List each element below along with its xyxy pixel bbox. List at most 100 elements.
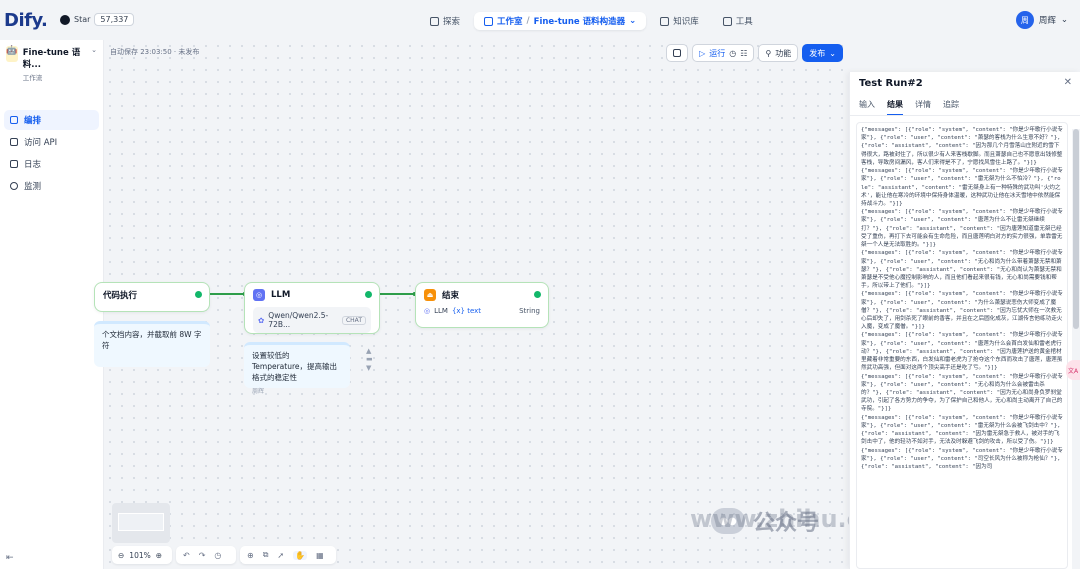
canvas-toolbar: ▷ 运行 ◷ ☷ ⚲ 功能 发布 ⌄ bbox=[666, 44, 843, 62]
add-node-icon[interactable]: ⊕ bbox=[247, 551, 254, 560]
canvas-controls: ⊕ ⧉ ➚ ✋ ▦ bbox=[240, 546, 336, 564]
tab-detail[interactable]: 详情 bbox=[915, 99, 931, 116]
compass-icon bbox=[430, 16, 439, 26]
pointer-icon[interactable]: ➚ bbox=[277, 551, 284, 560]
scrollbar-thumb[interactable] bbox=[1073, 129, 1079, 329]
history-icon[interactable]: ◷ bbox=[214, 551, 221, 560]
output-var-name: {x} text bbox=[451, 307, 482, 315]
avatar: 周 bbox=[1015, 11, 1034, 29]
play-icon: ▷ bbox=[699, 48, 706, 58]
github-star-label: Star bbox=[74, 15, 91, 24]
nav-current-app[interactable]: Fine-tune 语料构造器 bbox=[534, 15, 625, 27]
sidebar-item-label: 监测 bbox=[24, 182, 42, 192]
features-label: 功能 bbox=[775, 48, 792, 58]
note-author: 周辉 bbox=[252, 387, 265, 395]
success-status-icon bbox=[195, 291, 202, 298]
sidebar-item-logs[interactable]: 日志 bbox=[4, 154, 99, 174]
qwen-icon: ✿ bbox=[258, 315, 265, 325]
chevron-down-icon: ⌄ bbox=[629, 16, 637, 26]
sidebar-item-monitor[interactable]: 监测 bbox=[4, 176, 99, 196]
undo-icon[interactable]: ↶ bbox=[183, 551, 190, 560]
features-button[interactable]: ⚲ 功能 bbox=[758, 44, 799, 62]
layout-icon[interactable]: ▦ bbox=[316, 551, 324, 560]
llm-node-note-text: 设置较低的 Temperature，提高输出格式的稳定性 bbox=[252, 351, 338, 382]
llm-var-icon: ◎ bbox=[424, 307, 431, 315]
nav-explore[interactable]: 探索 bbox=[420, 12, 470, 30]
sidebar-menu: 编排 访问 API 日志 监测 bbox=[0, 110, 103, 196]
note-scroll-icon[interactable]: ▲ ▬ ▼ bbox=[366, 347, 373, 372]
code-node-note-text: 个文档内容，并截取前 8W 字符 bbox=[102, 330, 202, 350]
studio-icon bbox=[484, 16, 494, 26]
tab-result[interactable]: 结果 bbox=[887, 99, 903, 116]
end-node[interactable]: ⏏ 结束 ◎ LLM {x} text String bbox=[415, 282, 549, 328]
code-node-title: 代码执行 bbox=[103, 291, 138, 301]
user-menu[interactable]: 周 周辉 ⌄ bbox=[1015, 11, 1068, 29]
test-run-panel: Test Run#2 ✕ 输入 结果 详情 追踪 {"messages": [{… bbox=[849, 72, 1080, 569]
output-var-type: String bbox=[519, 307, 540, 315]
zoom-out-icon[interactable]: ⊖ bbox=[118, 551, 124, 560]
publish-label: 发布 bbox=[809, 48, 826, 58]
app-name: Fine-tune 语料... bbox=[22, 48, 81, 70]
zoom-in-icon[interactable]: ⊕ bbox=[156, 551, 162, 560]
grid-icon bbox=[10, 116, 18, 124]
file-icon bbox=[10, 160, 18, 168]
code-node-note[interactable]: 个文档内容，并截取前 8W 字符 bbox=[94, 321, 210, 367]
history-controls: ↶ ↷ ◷ bbox=[176, 546, 236, 564]
nav-knowledge-label: 知识库 bbox=[673, 17, 699, 27]
autosave-status: 自动保存 23:03:50 · 未发布 bbox=[110, 48, 200, 56]
scrollbar[interactable] bbox=[1072, 129, 1080, 569]
run-label: 运行 bbox=[709, 48, 726, 58]
book-icon bbox=[660, 16, 670, 26]
redo-icon[interactable]: ↷ bbox=[199, 551, 206, 560]
publish-button[interactable]: 发布 ⌄ bbox=[802, 44, 843, 62]
dify-logo[interactable]: Dify. bbox=[4, 10, 48, 31]
sidebar-item-orchestrate[interactable]: 编排 bbox=[4, 110, 99, 130]
zoom-control[interactable]: ⊖ 101% ⊕ bbox=[112, 546, 172, 564]
end-icon: ⏏ bbox=[424, 289, 436, 301]
close-icon[interactable]: ✕ bbox=[1064, 77, 1072, 88]
sidebar-item-label: 日志 bbox=[24, 160, 42, 170]
nav-studio[interactable]: 工作室 / Fine-tune 语料构造器 ⌄ bbox=[474, 12, 647, 30]
clock-icon[interactable]: ◷ bbox=[729, 49, 736, 58]
hand-icon[interactable]: ✋ bbox=[293, 550, 308, 560]
workflow-canvas[interactable]: 自动保存 23:03:50 · 未发布 ▷ 运行 ◷ ☷ ⚲ 功能 发布 ⌄ 代… bbox=[94, 40, 849, 569]
edge-llm-end bbox=[380, 293, 415, 295]
sidebar-item-label: 编排 bbox=[24, 116, 42, 126]
nav-explore-label: 探索 bbox=[443, 17, 461, 27]
llm-node[interactable]: ◎ LLM ✿ Qwen/Qwen2.5-72B... CHAT bbox=[244, 282, 380, 334]
github-star-button[interactable]: Star 57,337 bbox=[60, 13, 135, 26]
result-output-text: {"messages": [{"role": "system", "conten… bbox=[861, 127, 1063, 470]
app-switcher[interactable]: 🤖 Fine-tune 语料... 工作流 ⌄ bbox=[0, 40, 103, 88]
tab-trace[interactable]: 追踪 bbox=[943, 99, 959, 116]
checklist-icon[interactable]: ☷ bbox=[740, 49, 747, 58]
minimap-viewport[interactable] bbox=[118, 513, 164, 531]
code-node[interactable]: 代码执行 bbox=[94, 282, 210, 312]
minimap[interactable] bbox=[112, 503, 170, 543]
model-selector[interactable]: ✿ Qwen/Qwen2.5-72B... CHAT bbox=[253, 307, 371, 333]
output-variable: ◎ LLM {x} text String bbox=[424, 307, 540, 315]
chevron-down-icon: ⌄ bbox=[829, 48, 836, 58]
llm-node-note[interactable]: 设置较低的 Temperature，提高输出格式的稳定性 周辉 bbox=[244, 342, 350, 395]
translate-float-button[interactable]: 文A bbox=[1066, 360, 1080, 380]
add-note-icon[interactable]: ⧉ bbox=[263, 550, 269, 560]
nav-tools[interactable]: 工具 bbox=[713, 12, 763, 30]
sidebar-item-label: 访问 API bbox=[24, 138, 58, 148]
version-history-button[interactable] bbox=[666, 44, 689, 62]
nav-knowledge[interactable]: 知识库 bbox=[650, 12, 709, 30]
result-output[interactable]: {"messages": [{"role": "system", "conten… bbox=[856, 122, 1068, 569]
tab-input[interactable]: 输入 bbox=[859, 99, 875, 116]
model-mode-badge: CHAT bbox=[341, 315, 366, 325]
end-node-title: 结束 bbox=[442, 291, 460, 301]
llm-node-title: LLM bbox=[271, 290, 291, 300]
terminal-icon bbox=[10, 138, 18, 146]
success-status-icon bbox=[534, 291, 541, 298]
github-icon bbox=[60, 14, 70, 25]
collapse-sidebar-icon[interactable]: ⇤ bbox=[6, 553, 14, 563]
success-status-icon bbox=[365, 291, 372, 298]
run-button[interactable]: ▷ 运行 ◷ ☷ bbox=[692, 44, 755, 62]
github-star-count: 57,337 bbox=[94, 13, 135, 26]
sidebar-item-api[interactable]: 访问 API bbox=[4, 132, 99, 152]
tab-divider bbox=[850, 115, 1080, 116]
panel-tabs: 输入 结果 详情 追踪 bbox=[859, 99, 959, 116]
edge-code-llm bbox=[210, 293, 245, 295]
